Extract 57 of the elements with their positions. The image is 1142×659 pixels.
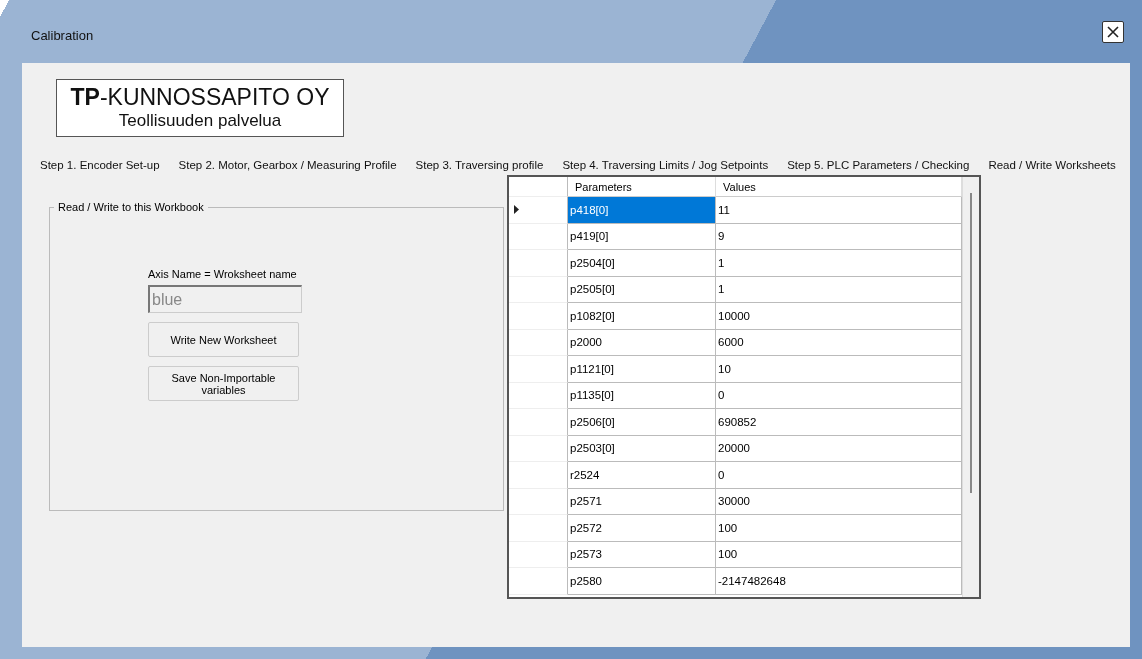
window-title: Calibration bbox=[31, 28, 94, 43]
step-tab[interactable]: Step 1. Encoder Set-up bbox=[40, 159, 160, 171]
table-cell[interactable]: p2572 bbox=[568, 515, 716, 542]
table-cell[interactable]: 10 bbox=[716, 356, 962, 383]
axis-name-field[interactable]: blue bbox=[148, 285, 302, 313]
step-tab[interactable]: Step 5. PLC Parameters / Checking bbox=[787, 159, 970, 171]
table-row[interactable]: p2571 30000 bbox=[509, 488, 962, 515]
table-cell[interactable]: -2147482648 bbox=[716, 568, 962, 595]
close-icon bbox=[1107, 25, 1119, 38]
step-tab[interactable]: Step 2. Motor, Gearbox / Measuring Profile bbox=[178, 159, 397, 171]
step-tab[interactable]: Step 3. Traversing profile bbox=[415, 159, 544, 171]
table-row[interactable]: p2572 100 bbox=[509, 515, 962, 542]
table-cell[interactable]: 0 bbox=[716, 462, 962, 489]
table-row[interactable]: p1121[0] 10 bbox=[509, 356, 962, 383]
table-cell[interactable]: p418[0] bbox=[568, 197, 716, 224]
table-row[interactable]: p2505[0] 1 bbox=[509, 276, 962, 303]
table-cell[interactable]: 10000 bbox=[716, 303, 962, 330]
action-button[interactable]: Write New Worksheet bbox=[148, 322, 299, 357]
table-row[interactable]: p2504[0] 1 bbox=[509, 250, 962, 277]
table-cell[interactable]: 100 bbox=[716, 515, 962, 542]
table-row[interactable]: p418[0] 11 bbox=[509, 197, 962, 224]
table-row[interactable]: p2000 6000 bbox=[509, 329, 962, 356]
table-row[interactable]: p2503[0] 20000 bbox=[509, 435, 962, 462]
logo-name: TP-KUNNOSSAPITO OY bbox=[70, 85, 330, 111]
row-header[interactable] bbox=[509, 568, 568, 595]
table-row[interactable]: r2524 0 bbox=[509, 462, 962, 489]
field-label: Axis Name = Wroksheet name bbox=[148, 268, 297, 280]
step-tab[interactable]: Step 4. Traversing Limits / Jog Setpoints bbox=[562, 159, 769, 171]
table-cell[interactable]: 690852 bbox=[716, 409, 962, 436]
table-row[interactable]: p1082[0] 10000 bbox=[509, 303, 962, 330]
current-row-icon bbox=[514, 205, 519, 215]
row-header[interactable] bbox=[509, 356, 568, 383]
row-header[interactable] bbox=[509, 462, 568, 489]
step-tab[interactable]: Read / Write Worksheets bbox=[988, 159, 1116, 171]
close-button[interactable] bbox=[1102, 20, 1124, 43]
row-header[interactable] bbox=[509, 303, 568, 330]
table-cell[interactable]: p2506[0] bbox=[568, 409, 716, 436]
table-cell[interactable]: r2524 bbox=[568, 462, 716, 489]
scrollbar-thumb[interactable] bbox=[970, 193, 972, 493]
table-cell[interactable]: 1 bbox=[716, 250, 962, 277]
table-row[interactable]: p2506[0] 690852 bbox=[509, 409, 962, 436]
group-title: Read / Write to this Workbook bbox=[57, 201, 205, 213]
row-header[interactable] bbox=[509, 515, 568, 542]
table-cell[interactable]: p2580 bbox=[568, 568, 716, 595]
logo-tagline: Teollisuuden palvelua bbox=[118, 110, 282, 131]
scrollbar[interactable] bbox=[962, 177, 979, 597]
action-button[interactable]: Save Non-Importable variables bbox=[148, 366, 299, 401]
table-row[interactable]: p419[0] 9 bbox=[509, 223, 962, 250]
table-cell[interactable]: 11 bbox=[716, 197, 962, 224]
table-row[interactable]: p2580 -2147482648 bbox=[509, 568, 962, 595]
row-header[interactable] bbox=[509, 250, 568, 277]
table-cell[interactable]: p1121[0] bbox=[568, 356, 716, 383]
table-row[interactable]: p1135[0] 0 bbox=[509, 382, 962, 409]
table-cell[interactable]: p2504[0] bbox=[568, 250, 716, 277]
row-header[interactable] bbox=[509, 409, 568, 436]
table-cell[interactable]: p1082[0] bbox=[568, 303, 716, 330]
table-row[interactable]: p2573 100 bbox=[509, 541, 962, 568]
